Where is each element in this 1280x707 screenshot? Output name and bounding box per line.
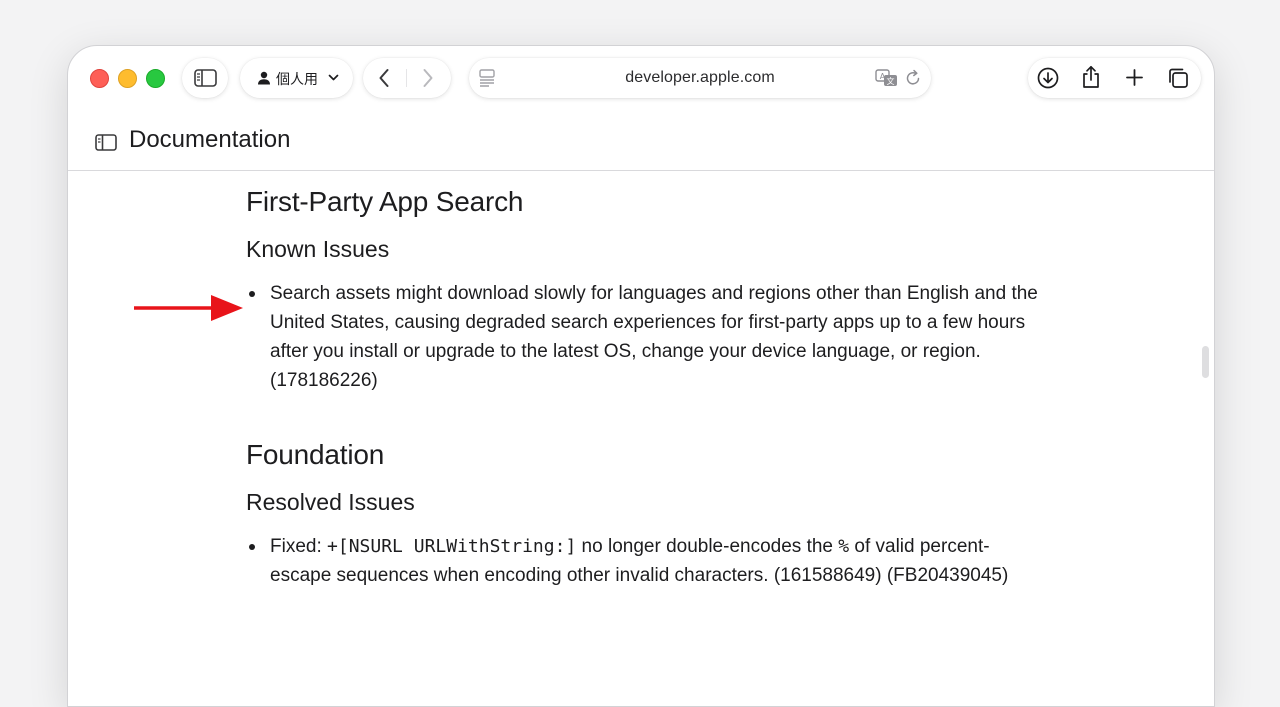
scrollbar-thumb[interactable]: [1202, 346, 1209, 378]
nav-divider: [406, 69, 407, 87]
section-title: First-Party App Search: [246, 186, 524, 217]
profile-label: 個人用: [276, 72, 318, 88]
svg-text:文: 文: [887, 76, 895, 86]
minimize-button[interactable]: [118, 69, 137, 88]
sidebar-icon: [194, 69, 217, 87]
translate-icon[interactable]: A 文: [875, 69, 899, 87]
annotation-arrow-icon: [134, 295, 243, 321]
profile-menu-button[interactable]: 個人用: [240, 58, 353, 98]
inline-code: +[NSURL URLWithString:]: [327, 536, 577, 557]
inline-code: %: [838, 536, 850, 557]
sidebar-toggle-button[interactable]: [182, 58, 228, 98]
browser-window: 個人用 developer.apple.com A 文 Documentatio…: [67, 45, 1215, 707]
share-icon[interactable]: [1081, 65, 1101, 89]
section-subtitle: Resolved Issues: [246, 489, 415, 515]
address-bar[interactable]: developer.apple.com A 文: [469, 58, 931, 98]
bullet: [249, 544, 255, 550]
documentation-content: First-Party App Search Known Issues Sear…: [246, 186, 1046, 590]
reload-icon[interactable]: [905, 69, 922, 87]
plus-icon[interactable]: [1125, 68, 1144, 87]
section-title: Foundation: [246, 439, 385, 470]
download-icon[interactable]: [1037, 67, 1059, 89]
section-subtitle: Known Issues: [246, 236, 390, 262]
toolbar: 個人用 developer.apple.com A 文: [68, 46, 1214, 116]
list-item: Search assets might download slowly for …: [246, 279, 1046, 395]
tab-overview-icon[interactable]: [1167, 67, 1189, 89]
back-chevron-icon[interactable]: [378, 68, 390, 88]
forward-chevron-icon[interactable]: [422, 68, 434, 88]
person-icon: [258, 71, 270, 85]
sidebar-icon[interactable]: [95, 134, 117, 151]
documentation-header: Documentation: [68, 116, 1214, 171]
chevron-down-icon: [328, 74, 339, 81]
bullet: [249, 291, 255, 297]
url-text: developer.apple.com: [625, 69, 775, 86]
issue-list: Fixed: +[NSURL URLWithString:] no longer…: [246, 532, 1046, 590]
list-item: Fixed: +[NSURL URLWithString:] no longer…: [246, 532, 1046, 590]
zoom-button[interactable]: [146, 69, 165, 88]
toolbar-actions: [1028, 58, 1201, 98]
close-button[interactable]: [90, 69, 109, 88]
issue-text-prefix: Fixed:: [270, 536, 328, 557]
issue-list: Search assets might download slowly for …: [246, 279, 1046, 395]
issue-text: Search assets might download slowly for …: [270, 283, 1038, 391]
page-title: Documentation: [129, 126, 291, 153]
issue-text-middle: no longer double-encodes the: [576, 536, 839, 557]
navigation-buttons: [363, 58, 451, 98]
